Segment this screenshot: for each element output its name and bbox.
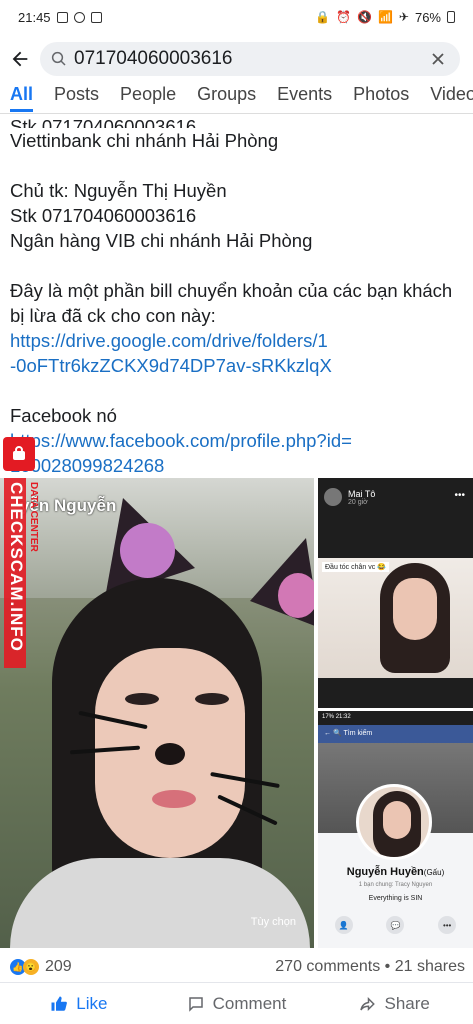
mute-icon: 🔇 [357,10,372,24]
tab-all[interactable]: All [10,84,34,112]
alarm-icon: ⏰ [336,10,351,24]
search-tabs: All Posts People Groups Events Photos Vi… [0,84,473,114]
reaction-count: 209 [45,958,72,975]
post-account: Stk 071704060003616 [10,205,197,226]
tab-photos[interactable]: Photos [353,84,409,109]
avatar [324,488,342,506]
more-icon: ••• [438,916,457,934]
thumbs-up-icon [51,996,68,1011]
post-body: Stk 071704060003616 Viettinbank chi nhán… [10,114,465,474]
back-button[interactable] [0,40,40,78]
photo-option-overlay: Tùy chọn [250,916,296,928]
clear-search-button[interactable] [426,47,450,71]
like-button[interactable]: Like [0,994,158,1014]
comment-icon [188,996,203,1012]
watermark-sub: DATA CENTER [28,482,39,552]
photo-tr-caption: Đầu tóc chân vc 😂 [322,562,389,572]
photo-bottom-right[interactable]: 17% 21:32 ← 🔍 Tìm kiếm Nguyễn Huyền(Gấu)… [318,711,473,948]
search-header [0,40,473,78]
fb-link-line-1[interactable]: https://www.facebook.com/profile.php?id= [10,428,465,453]
reactions-row[interactable]: 👍 😮 209 270 comments • 21 shares [10,956,465,978]
watermark-site: CHECKSCAM.INFO [7,482,26,652]
comment-share-stats[interactable]: 270 comments • 21 shares [275,958,465,976]
photo-br-mutual: 1 bạn chung: Tracy Nguyen [358,882,433,888]
status-bar: 21:45 🔒 ⏰ 🔇 📶 ✈ 76% [0,0,473,34]
post-actions: Like Comment Share [0,982,473,1024]
tab-people[interactable]: People [120,84,176,109]
camera-icon [90,11,102,23]
photo-br-status: 17% 21:32 [318,711,473,725]
share-icon [360,996,376,1011]
photo-tr-time: 20 giờ [348,498,368,506]
post-note: Đây là một phần bill chuyển khoản của cá… [10,280,453,326]
post-bank-2: Ngân hàng VIB chi nhánh Hải Phòng [10,230,313,251]
wow-reaction-icon: 😮 [23,959,39,975]
battery-level: 76% [414,9,441,25]
wifi-icon: 📶 [377,10,393,24]
post-owner: Chủ tk: Nguyễn Thị Huyền [10,180,227,201]
search-icon [51,51,66,66]
tab-events[interactable]: Events [277,84,332,109]
messenger-icon: 💬 [386,916,405,934]
tab-posts[interactable]: Posts [54,84,99,109]
photo-br-search: ← 🔍 Tìm kiếm [318,725,473,743]
photo-br-name: Nguyễn Huyền(Gấu) [346,866,445,878]
more-icon: ••• [454,490,465,501]
photo-br-bio: Everything is SIN [368,895,423,902]
airplane-icon: ✈ [398,10,409,24]
shield-icon [13,446,25,460]
photo-main[interactable]: yễn Nguyễn Tùy chọn [0,478,314,948]
share-button[interactable]: Share [315,994,473,1014]
fb-link-line-2[interactable]: 100028099824268 [10,453,465,474]
lock-icon: 🔒 [315,10,331,24]
add-friend-icon: 👤 [334,916,353,934]
photo-tr-name: Mai Tô [348,488,376,499]
messenger-icon [73,11,85,23]
tab-groups[interactable]: Groups [197,84,256,109]
profile-photo [356,784,432,860]
comment-button[interactable]: Comment [158,994,316,1014]
tab-videos[interactable]: Videos [430,84,473,109]
gallery-icon [56,11,68,23]
arrow-left-icon [12,51,28,67]
post-cut-line: Stk 071704060003616 [10,116,197,128]
status-time: 21:45 [18,9,51,25]
photo-top-right[interactable]: Mai Tô 20 giờ ••• Đầu tóc chân vc 😂 [318,478,473,708]
close-icon [432,53,444,65]
drive-link-line-2[interactable]: -0oFTtr6kzZCKX9d74DP7av-sRKkzlqX [10,353,465,378]
search-box[interactable] [40,42,460,76]
post-bank-1: Viettinbank chi nhánh Hải Phòng [10,130,279,151]
battery-icon [447,11,455,23]
facebook-label: Facebook nó [10,405,117,426]
search-input[interactable] [74,48,414,70]
photo-grid: yễn Nguyễn Tùy chọn Mai Tô 20 giờ ••• Đầ… [0,478,473,950]
drive-link-line-1[interactable]: https://drive.google.com/drive/folders/1 [10,328,465,353]
watermark-logo [3,437,35,471]
